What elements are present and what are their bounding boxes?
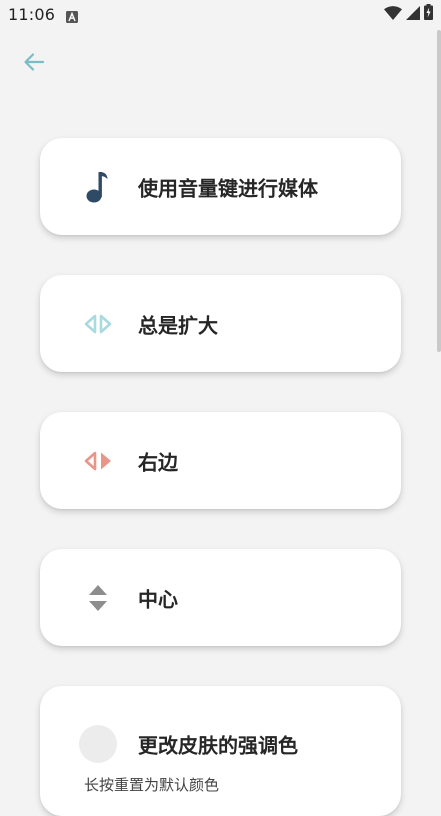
a-letter-icon [66,8,78,23]
color-circle-icon [78,724,118,764]
back-button[interactable] [18,48,50,80]
setting-card-accent-color[interactable]: 更改皮肤的强调色 长按重置为默认颜色 [40,686,401,816]
setting-card-right-side[interactable]: 右边 [40,412,401,509]
signal-icon [406,5,420,24]
wifi-icon [384,5,402,24]
arrow-left-icon [23,51,45,77]
setting-card-volume-keys[interactable]: 使用音量键进行媒体 [40,138,401,235]
music-note-icon [78,167,118,207]
status-icons [384,4,433,24]
setting-label: 总是扩大 [138,313,218,337]
setting-sublabel: 长按重置为默认颜色 [84,776,220,794]
battery-charging-icon [424,4,433,24]
center-arrows-icon [78,578,118,618]
setting-label: 更改皮肤的强调色 [138,733,298,758]
expand-arrows-icon [78,304,118,344]
setting-card-center[interactable]: 中心 [40,549,401,646]
setting-label: 中心 [138,587,178,611]
setting-label: 右边 [138,450,178,474]
setting-label: 使用音量键进行媒体 [138,176,318,200]
right-arrows-icon [78,441,118,481]
status-time: 11:06 [8,5,56,24]
setting-card-always-expand[interactable]: 总是扩大 [40,275,401,372]
scrollbar[interactable] [437,30,441,352]
status-bar: 11:06 [0,0,441,30]
